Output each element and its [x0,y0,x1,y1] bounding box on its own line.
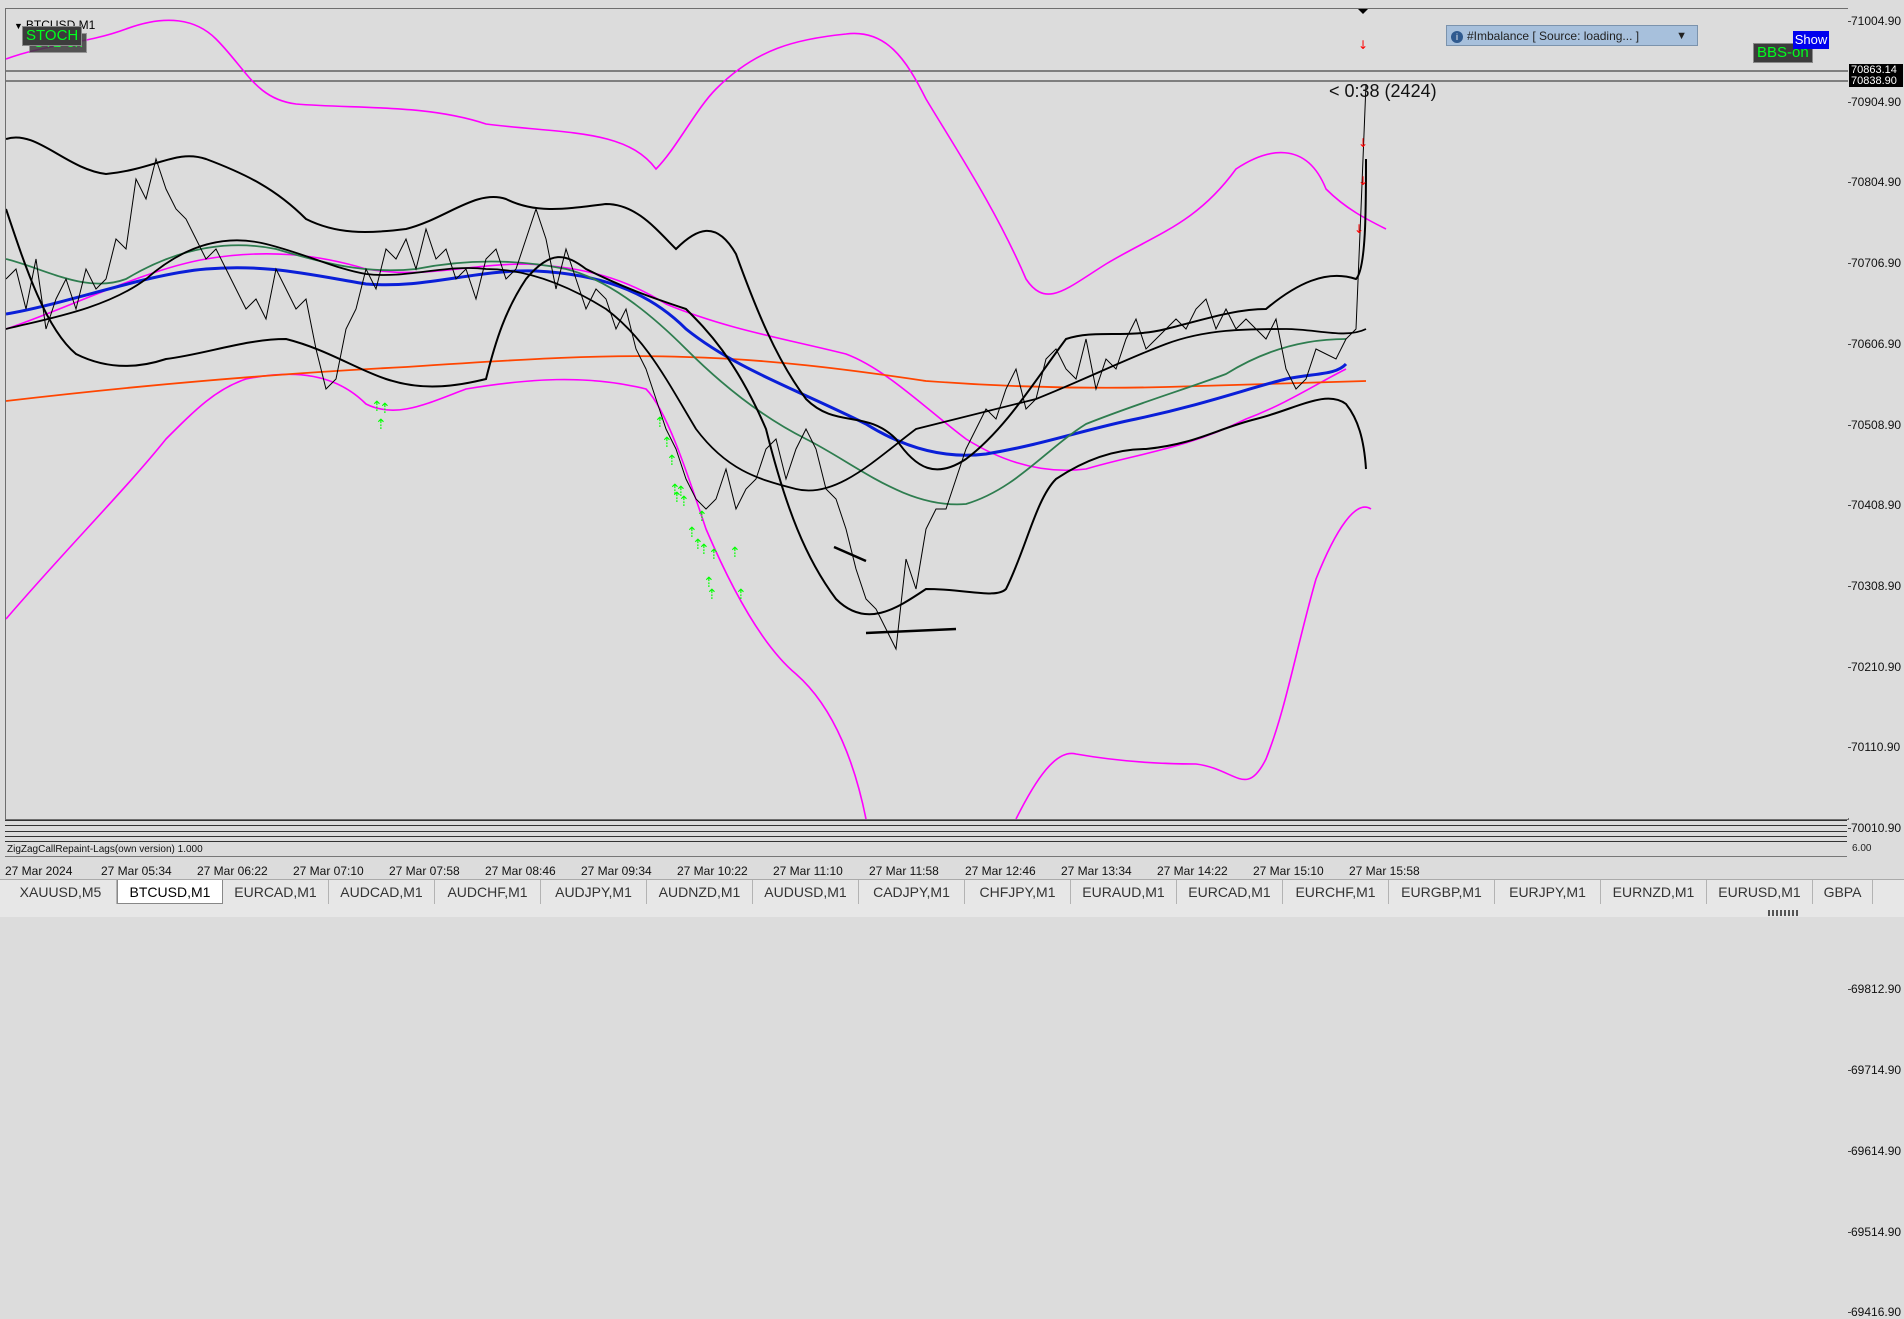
symbol-tab[interactable]: BTCUSD,M1 [117,880,223,904]
time-label: 27 Mar 06:22 [197,864,268,878]
ma-blue [6,266,1348,457]
time-label: 27 Mar 14:22 [1157,864,1228,878]
zigzag-segment [865,627,957,635]
time-label: 27 Mar 07:10 [293,864,364,878]
zigzag-indicator-label: ZigZagCallRepaint-Lags(own version) 1.00… [7,844,203,855]
down-arrow-icon: ↓ [1358,174,1368,188]
time-label: 27 Mar 08:46 [485,864,556,878]
up-arrow-icon: ⇡ [661,435,673,451]
up-arrow-icon: ⇡ [379,401,391,417]
symbol-tab[interactable]: AUDCHF,M1 [435,880,541,904]
price-label: 70804.90 [1851,175,1902,190]
price-label: 70010.90 [1851,821,1902,835]
down-arrow-icon: ↓ [1358,136,1368,150]
info-icon: i [1451,31,1463,43]
bollinger-upper-black [6,136,1367,471]
price-label: 69416.90 [1851,1305,1902,1319]
price-label: 70408.90 [1851,498,1902,513]
symbol-tab[interactable]: EURNZD,M1 [1601,880,1707,904]
symbol-tab[interactable]: AUDCAD,M1 [329,880,435,904]
resize-grip-icon[interactable] [1768,910,1798,916]
symbol-tab[interactable]: EURCAD,M1 [223,880,329,904]
down-arrow-icon: ↓ [1354,222,1364,236]
chevron-down-icon[interactable]: ▼ [1676,26,1687,47]
up-arrow-icon: ⇡ [678,494,690,510]
symbol-tab[interactable]: EURCHF,M1 [1283,880,1389,904]
imbalance-dropdown[interactable]: i #Imbalance [ Source: loading... ] ▼ [1446,25,1698,46]
up-arrow-icon: ⇡ [375,417,387,433]
time-label: 27 Mar 11:58 [869,864,939,878]
time-label: 27 Mar 10:22 [677,864,748,878]
time-label: 27 Mar 12:46 [965,864,1036,878]
imbalance-label: #Imbalance [ Source: loading... ] [1467,29,1640,43]
time-label: 27 Mar 13:34 [1061,864,1132,878]
price-axis[interactable]: 71004.90 70904.90 70804.90 70706.90 70606.90… [1848,8,1904,1319]
buy-arrows: ⇡⇡⇡ ⇡⇡⇡ ⇡⇡⇡ ⇡⇡⇡ ⇡⇡⇡ ⇡⇡⇡ ⇡ [371,399,747,603]
symbol-tab[interactable]: EURJPY,M1 [1495,880,1601,904]
price-label: 69714.90 [1851,1063,1902,1078]
time-label: 27 Mar 15:58 [1349,864,1420,878]
up-arrow-icon: ⇡ [696,509,708,525]
symbol-tab[interactable]: CADJPY,M1 [859,880,965,904]
up-arrow-icon: ⇡ [706,587,718,603]
price-label: 69514.90 [1851,1224,1902,1239]
time-label: 27 Mar 11:10 [773,864,843,878]
subwindow-axis-label: 6.00 [1852,843,1872,854]
time-label: 27 Mar 05:34 [101,864,172,878]
price-label: 71004.90 [1851,14,1902,28]
symbol-tab[interactable]: XAUUSD,M5 [5,880,117,904]
up-arrow-icon: ⇡ [666,453,678,469]
symbol-tab[interactable]: AUDJPY,M1 [541,880,647,904]
bollinger-inner-black [6,239,1367,492]
price-label: 69812.90 [1851,982,1902,997]
subwindow-border [5,820,1847,821]
chart-tabbar: XAUUSD,M5 BTCUSD,M1 EURCAD,M1 AUDCAD,M1 AUDC… [0,879,1904,917]
price-label: 70110.90 [1851,740,1901,755]
up-arrow-icon: ⇡ [708,547,720,563]
indicator-subwindow: ZigZagCallRepaint-Lags(own version) 1.00… [5,820,1847,855]
symbol-tab[interactable]: EURAUD,M1 [1071,880,1177,904]
up-arrow-icon: ⇡ [729,545,741,561]
ma-orange [6,355,1367,402]
price-label: 70606.90 [1851,336,1902,351]
price-label: 70210.90 [1851,659,1902,674]
price-label: 70706.90 [1851,256,1902,271]
symbol-tab[interactable]: EURCAD,M1 [1177,880,1283,904]
price-label: 70308.90 [1851,578,1902,593]
bollinger-mid-magenta [6,253,1347,472]
time-label: 27 Mar 15:10 [1253,864,1324,878]
down-arrow-icon: ↓ [1358,38,1368,52]
stoch-button[interactable]: STOCH [22,26,83,46]
time-label: 27 Mar 2024 [5,864,73,878]
price-chart-svg: ⇡⇡⇡ ⇡⇡⇡ ⇡⇡⇡ ⇡⇡⇡ ⇡⇡⇡ ⇡⇡⇡ ⇡ ↓ ↓ ↓ ↓ [6,9,1848,819]
subwindow-border [5,841,1847,842]
symbol-tab[interactable]: GBPA [1813,880,1873,904]
bid-price-badge: 70838.90 [1849,75,1903,87]
envelope-lower-magenta [6,373,1372,819]
bar-timer: < 0:38 (2424) [1329,81,1437,101]
symbol-tab[interactable]: EURGBP,M1 [1389,880,1495,904]
show-button[interactable]: Show [1793,31,1829,49]
chart-canvas[interactable]: ⇡ ⇡ ⇡ ⇡ ⇡ ⇡ ⇡ ⇡ ⇡ ⇡ ⇡ ⇡ ⇡ ⇡ ⇡ ⇡ ⇡ ⇡ ⇡ ↓ ↓ ↓ ↓ ▼ BTCUSD,… [5,8,1849,820]
symbol-tab[interactable]: EURUSD,M1 [1707,880,1813,904]
price-trace [6,83,1367,651]
time-label: 27 Mar 09:34 [581,864,652,878]
up-arrow-icon: ⇡ [735,587,747,603]
chart-shift-marker [1358,9,1368,14]
symbol-tab[interactable]: CHFJPY,M1 [965,880,1071,904]
envelope-upper-magenta [6,19,1387,295]
time-label: 27 Mar 07:58 [389,864,460,878]
up-arrow-icon: ⇡ [654,415,666,431]
subwindow-border [5,825,1847,826]
price-label: 70508.90 [1851,417,1902,432]
zigzag-segment [833,545,867,563]
symbol-tab[interactable]: AUDNZD,M1 [647,880,753,904]
symbol-tab[interactable]: AUDUSD,M1 [753,880,859,904]
subwindow-border [5,831,1847,832]
price-label: 69614.90 [1851,1143,1902,1158]
time-axis[interactable]: 27 Mar 2024 27 Mar 05:34 27 Mar 06:22 27 Ma… [5,856,1847,879]
subwindow-border [5,836,1847,837]
price-label: 70904.90 [1851,94,1902,109]
